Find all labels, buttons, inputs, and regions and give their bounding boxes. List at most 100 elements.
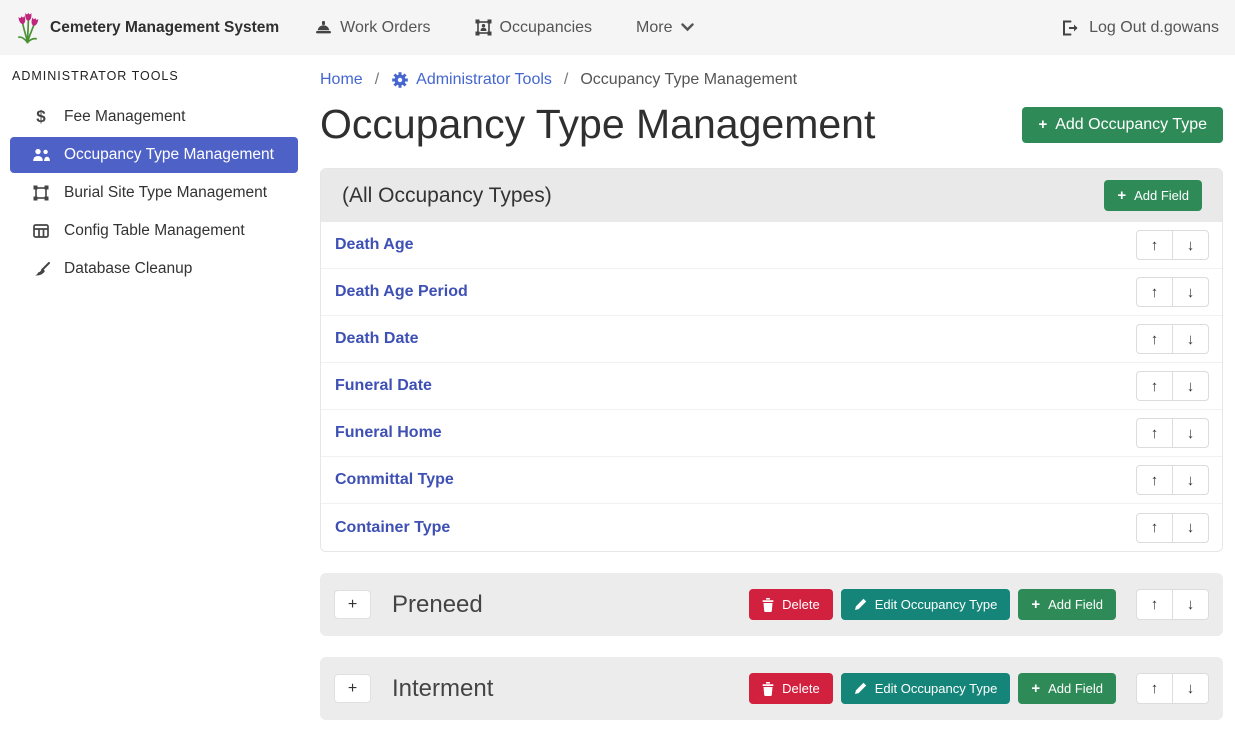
users-icon — [30, 148, 52, 162]
move-up-button[interactable]: ↑ — [1136, 277, 1173, 307]
reorder-group: ↑ ↓ — [1136, 465, 1209, 495]
add-field-button[interactable]: + Add Field — [1104, 180, 1202, 211]
trash-icon — [762, 682, 774, 696]
gear-icon — [391, 71, 409, 89]
plus-icon: + — [1038, 117, 1047, 132]
sidebar-item-burial-site-type-management[interactable]: Burial Site Type Management — [10, 175, 298, 211]
field-link-death-age-period[interactable]: Death Age Period — [335, 283, 468, 301]
section-interment: + Interment Delete — [320, 657, 1223, 720]
page-title: Occupancy Type Management — [320, 101, 875, 148]
trash-icon — [762, 598, 774, 612]
dollar-icon: $ — [30, 107, 52, 127]
main-nav: Work Orders Occupancies M — [315, 19, 693, 37]
plus-icon: + — [1031, 681, 1040, 696]
button-label: Delete — [782, 681, 820, 696]
nav-label: Occupancies — [500, 19, 593, 37]
breadcrumb-admin-tools-link[interactable]: Administrator Tools — [391, 71, 552, 89]
button-label: Edit Occupancy Type — [875, 681, 998, 696]
nav-more[interactable]: More — [636, 19, 693, 37]
move-up-button[interactable]: ↑ — [1136, 673, 1173, 704]
move-up-button[interactable]: ↑ — [1136, 230, 1173, 260]
field-row: Committal Type ↑ ↓ — [321, 457, 1222, 504]
logout-button[interactable]: Log Out d.gowans — [1062, 19, 1219, 37]
logout-icon — [1062, 20, 1080, 36]
add-field-button[interactable]: + Add Field — [1018, 673, 1116, 704]
add-occupancy-type-button[interactable]: + Add Occupancy Type — [1022, 107, 1223, 143]
reorder-group: ↑ ↓ — [1136, 513, 1209, 543]
hard-hat-icon — [315, 20, 332, 35]
move-up-button[interactable]: ↑ — [1136, 589, 1173, 620]
move-down-button[interactable]: ↓ — [1172, 324, 1209, 354]
section-name: Preneed — [392, 591, 749, 619]
section-actions: Delete Edit Occupancy Type + Add Field ↑ — [749, 589, 1209, 620]
field-link-death-date[interactable]: Death Date — [335, 330, 419, 348]
table-icon — [30, 224, 52, 238]
move-up-button[interactable]: ↑ — [1136, 465, 1173, 495]
field-row: Funeral Date ↑ ↓ — [321, 363, 1222, 410]
move-up-button[interactable]: ↑ — [1136, 513, 1173, 543]
sidebar-item-database-cleanup[interactable]: Database Cleanup — [10, 251, 298, 287]
move-down-button[interactable]: ↓ — [1172, 230, 1209, 260]
button-label: Add Field — [1048, 597, 1103, 612]
field-link-committal-type[interactable]: Committal Type — [335, 471, 454, 489]
sidebar-heading: Administrator Tools — [0, 63, 310, 97]
field-row: Death Age ↑ ↓ — [321, 222, 1222, 269]
field-link-container-type[interactable]: Container Type — [335, 519, 450, 537]
app-title: Cemetery Management System — [50, 19, 279, 37]
broom-icon — [30, 262, 52, 277]
reorder-group: ↑ ↓ — [1136, 277, 1209, 307]
pencil-icon — [854, 598, 867, 611]
move-down-button[interactable]: ↓ — [1172, 673, 1209, 704]
main-content: Home / Administrator Tools / Occupancy T… — [310, 55, 1235, 738]
field-link-funeral-date[interactable]: Funeral Date — [335, 377, 432, 395]
tulip-logo-icon — [14, 11, 41, 45]
field-link-death-age[interactable]: Death Age — [335, 236, 414, 254]
reorder-group: ↑ ↓ — [1136, 371, 1209, 401]
edit-occupancy-type-button[interactable]: Edit Occupancy Type — [841, 673, 1011, 704]
move-down-button[interactable]: ↓ — [1172, 418, 1209, 448]
nav-work-orders[interactable]: Work Orders — [315, 19, 430, 37]
vector-square-icon — [30, 185, 52, 201]
breadcrumb-separator: / — [375, 71, 379, 89]
brand[interactable]: Cemetery Management System — [14, 11, 279, 45]
move-up-button[interactable]: ↑ — [1136, 324, 1173, 354]
occupancy-frame-icon — [475, 19, 492, 36]
move-down-button[interactable]: ↓ — [1172, 277, 1209, 307]
button-label: Edit Occupancy Type — [875, 597, 998, 612]
sidebar-item-label: Config Table Management — [64, 222, 245, 240]
nav-label: Work Orders — [340, 19, 430, 37]
move-down-button[interactable]: ↓ — [1172, 371, 1209, 401]
all-occupancy-types-card: (All Occupancy Types) + Add Field Death … — [320, 168, 1223, 552]
field-row: Container Type ↑ ↓ — [321, 504, 1222, 551]
reorder-group: ↑ ↓ — [1136, 230, 1209, 260]
sidebar-item-config-table-management[interactable]: Config Table Management — [10, 213, 298, 249]
delete-button[interactable]: Delete — [749, 673, 833, 704]
pencil-icon — [854, 682, 867, 695]
move-up-button[interactable]: ↑ — [1136, 371, 1173, 401]
move-up-button[interactable]: ↑ — [1136, 418, 1173, 448]
field-link-funeral-home[interactable]: Funeral Home — [335, 424, 442, 442]
add-field-button[interactable]: + Add Field — [1018, 589, 1116, 620]
move-down-button[interactable]: ↓ — [1172, 513, 1209, 543]
breadcrumb-home-link[interactable]: Home — [320, 71, 363, 89]
logout-label: Log Out d.gowans — [1089, 19, 1219, 37]
section-preneed: + Preneed Delete — [320, 573, 1223, 636]
sidebar-item-occupancy-type-management[interactable]: Occupancy Type Management — [10, 137, 298, 173]
section-actions: Delete Edit Occupancy Type + Add Field ↑ — [749, 673, 1209, 704]
plus-icon: + — [1117, 188, 1126, 203]
card-header: (All Occupancy Types) + Add Field — [321, 169, 1222, 222]
delete-button[interactable]: Delete — [749, 589, 833, 620]
edit-occupancy-type-button[interactable]: Edit Occupancy Type — [841, 589, 1011, 620]
breadcrumb: Home / Administrator Tools / Occupancy T… — [320, 71, 1223, 89]
top-navbar: Cemetery Management System Work Orders — [0, 0, 1235, 55]
expand-section-button[interactable]: + — [334, 674, 371, 703]
expand-section-button[interactable]: + — [334, 590, 371, 619]
nav-occupancies[interactable]: Occupancies — [475, 19, 593, 37]
move-down-button[interactable]: ↓ — [1172, 465, 1209, 495]
nav-label: More — [636, 19, 672, 37]
sidebar-item-label: Burial Site Type Management — [64, 184, 267, 202]
sidebar-item-label: Database Cleanup — [64, 260, 192, 278]
sidebar-item-fee-management[interactable]: $ Fee Management — [10, 99, 298, 135]
button-label: Add Field — [1048, 681, 1103, 696]
move-down-button[interactable]: ↓ — [1172, 589, 1209, 620]
